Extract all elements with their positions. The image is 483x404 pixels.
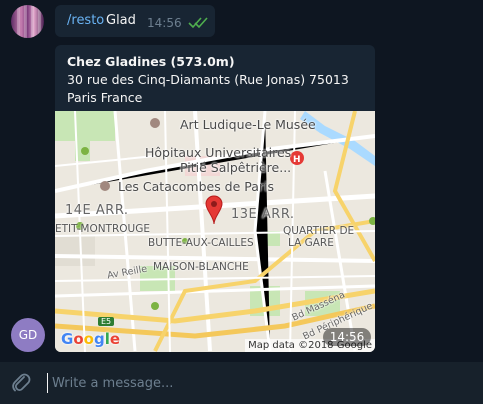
map-label-museum: Art Ludique-Le Musée — [180, 117, 316, 132]
location-map[interactable]: H Art Ludique-Le Musée Hôpitaux Universi… — [55, 111, 375, 352]
venue-message-time: 14:56 — [323, 328, 371, 346]
message-time: 14:56 — [147, 16, 182, 30]
venue-message-bubble: Chez Gladines (573.0m) 30 rue des Cinq-D… — [55, 45, 375, 352]
map-pin-icon — [205, 195, 223, 225]
command-message-bubble: /resto Glad 14:56 — [55, 5, 215, 37]
map-label-quartier-2: LA GARE — [288, 237, 334, 249]
message-input[interactable] — [47, 373, 472, 393]
map-label-hospital-2: Pitié Salpêtrière... — [180, 160, 292, 175]
message-composer — [0, 362, 483, 404]
paperclip-icon[interactable] — [10, 372, 32, 394]
map-label-quartier-1: QUARTIER DE — [283, 225, 355, 237]
map-label-butte: BUTTE-AUX-CAILLES — [148, 237, 254, 249]
map-label-montrouge: ETIT-MONTROUGE — [55, 223, 150, 235]
venue-title: Chez Gladines (573.0m) — [67, 54, 235, 69]
google-logo: Google — [61, 330, 121, 348]
venue-address-line1: 30 rue des Cinq-Diamants (Rue Jonas) 750… — [67, 72, 349, 87]
map-label-maison: MAISON-BLANCHE — [153, 261, 249, 273]
command-link[interactable]: /resto — [67, 13, 104, 28]
map-label-route-e5: E5 — [98, 317, 115, 326]
map-label-14e: 14E ARR. — [65, 203, 129, 218]
svg-text:H: H — [293, 155, 301, 165]
map-label-13e: 13E ARR. — [231, 207, 295, 222]
map-label-hospital-1: Hôpitaux Universitaires — [145, 145, 292, 160]
chat-history: /resto Glad 14:56 Chez Gladines (573.0m)… — [0, 0, 483, 362]
sender-avatar[interactable]: GD — [11, 318, 45, 352]
bot-avatar[interactable] — [11, 5, 44, 38]
command-argument: Glad — [106, 13, 136, 28]
venue-address-line2: Paris France — [67, 90, 143, 105]
double-check-icon — [188, 17, 208, 29]
map-label-catacombs: Les Catacombes de Paris — [118, 179, 275, 194]
